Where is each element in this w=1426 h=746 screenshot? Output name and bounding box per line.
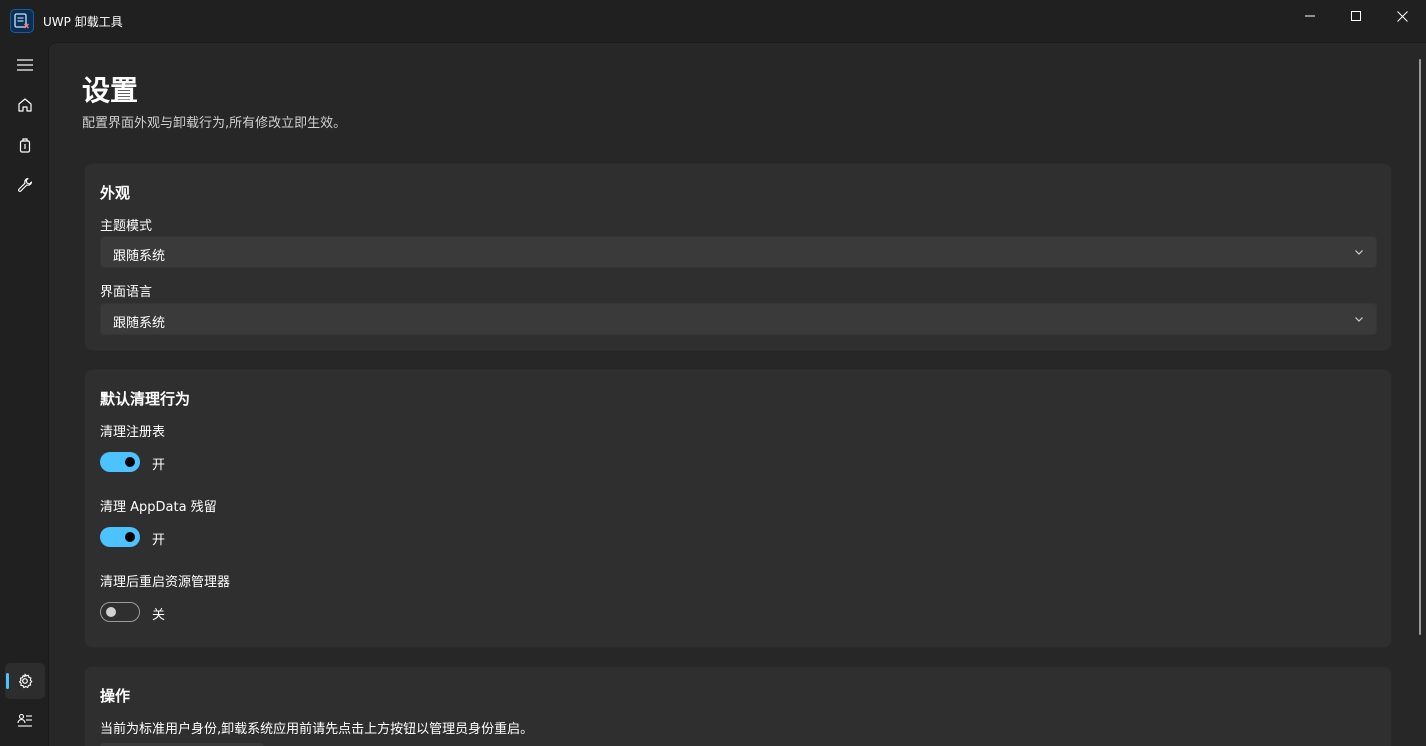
vertical-scrollbar[interactable] [1419,59,1421,635]
restart-explorer-label: 清理后重启资源管理器 [100,575,231,590]
gear-icon [19,673,33,689]
restart-explorer-state: 关 [152,608,166,623]
nav-item-packages[interactable] [5,127,45,163]
app-title: UWP 卸载工具 [43,15,123,29]
minimize-button[interactable] [1287,0,1333,32]
cleanup-title: 默认清理行为 [100,390,191,408]
toggle-knob [125,457,135,467]
language-combobox[interactable]: 跟随系统 [100,303,1377,335]
settings-page: 设置 配置界面外观与卸载行为,所有修改立即生效。 外观 主题模式 跟随系统 界面… [48,42,1426,746]
close-button[interactable] [1379,0,1425,32]
clean-registry-label: 清理注册表 [100,425,166,440]
maximize-button[interactable] [1333,0,1379,32]
language-value: 跟随系统 [113,316,166,331]
wrench-icon [18,177,33,192]
toggle-knob [106,607,116,617]
hamburger-menu-button[interactable] [5,47,45,83]
nav-item-settings[interactable] [5,663,45,699]
appearance-card: 外观 主题模式 跟随系统 界面语言 跟随系统 [84,163,1392,351]
nav-item-tools[interactable] [5,167,45,203]
theme-mode-value: 跟随系统 [113,249,166,264]
page-title: 设置 [82,74,139,107]
clean-appdata-state: 开 [152,533,166,548]
clean-appdata-label: 清理 AppData 残留 [100,500,217,515]
toggle-knob [125,532,135,542]
appearance-title: 外观 [100,184,131,202]
cleanup-card: 默认清理行为 清理注册表 开 清理 AppData 残留 开 清理后重启资源管理… [84,369,1392,648]
nav-item-home[interactable] [5,87,45,123]
minimize-icon [1305,15,1315,17]
uninstall-app-icon [10,9,34,33]
home-icon [18,98,32,112]
chevron-down-icon [1355,250,1363,255]
actions-description: 当前为标准用户身份,卸载系统应用前请先点击上方按钮以管理员身份重启。 [100,722,534,737]
clean-registry-state: 开 [152,458,166,473]
nav-item-about[interactable] [5,702,45,738]
maximize-icon [1351,11,1361,21]
page-subtitle: 配置界面外观与卸载行为,所有修改立即生效。 [82,116,347,131]
hamburger-menu-icon [17,59,33,71]
language-label: 界面语言 [100,285,153,300]
nav-selection-indicator [6,673,9,689]
close-icon [1396,10,1408,22]
actions-title: 操作 [100,687,131,705]
theme-mode-label: 主题模式 [100,219,153,234]
package-icon [19,138,31,153]
nav-rail [0,42,48,746]
app-window: UWP 卸载工具 设置 配置界面外观与卸载行为,所有修改立即生效。 外观 主题模… [0,0,1426,746]
clean-appdata-toggle[interactable] [100,527,140,547]
clean-registry-toggle[interactable] [100,452,140,472]
about-icon [17,713,32,727]
title-bar[interactable]: UWP 卸载工具 [0,0,1426,42]
actions-card: 操作 当前为标准用户身份,卸载系统应用前请先点击上方按钮以管理员身份重启。 [84,666,1392,746]
restart-explorer-toggle[interactable] [100,602,140,622]
chevron-down-icon [1355,317,1363,322]
theme-mode-combobox[interactable]: 跟随系统 [100,236,1377,268]
